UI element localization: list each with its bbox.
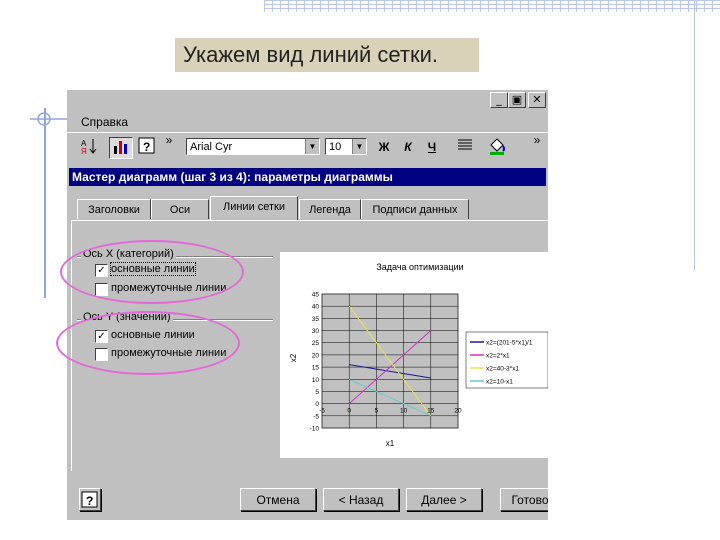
finish-button[interactable]: Готово	[500, 488, 548, 511]
y-tick-label: 5	[315, 389, 319, 396]
help-button[interactable]: ?	[79, 488, 101, 511]
y-tick-label: 35	[312, 316, 320, 323]
excel-window: _ ▣ ✕ Справка AЯ ? » Arial Cyr ▼ 10 ▼ Ж …	[67, 90, 548, 520]
tab-data-labels[interactable]: Подписи данных	[361, 199, 469, 219]
chevron-down-icon: ▼	[352, 139, 366, 154]
slide-vertical-rule-right	[694, 0, 695, 270]
dialog-title: Мастер диаграмм (шаг 3 из 4): параметры …	[69, 168, 546, 186]
font-size-value: 10	[329, 141, 342, 153]
y-tick-label: 10	[312, 377, 320, 384]
close-button[interactable]: ✕	[528, 92, 546, 108]
back-button[interactable]: < Назад	[323, 488, 399, 511]
toolbar-more-icon-right[interactable]: »	[531, 133, 543, 153]
legend-label-3: x2=40-3*x1	[486, 366, 519, 373]
menu-bar: _ ▣ ✕ Справка	[67, 90, 548, 132]
y-tick-label: 15	[312, 365, 320, 372]
chart-title: Задача оптимизации	[376, 262, 463, 272]
y-tick-label: -5	[313, 413, 319, 420]
chart-svg: Задача оптимизации -5 0 5 10 15 2045403530252…	[289, 262, 548, 448]
fill-color-icon[interactable]	[487, 137, 509, 157]
y-tick-label: 45	[312, 292, 320, 299]
x-tick-label: 20	[454, 408, 462, 415]
slide-title: Укажем вид линий сетки.	[175, 38, 479, 72]
help-icon: ?	[81, 491, 98, 508]
underline-button[interactable]: Ч	[423, 137, 441, 157]
tab-titles[interactable]: Заголовки	[77, 199, 151, 219]
y-tick-label: 30	[312, 328, 320, 335]
x-axis-label: x1	[386, 439, 395, 448]
legend-label-1: x2=(201-5*x1)/1	[486, 340, 533, 347]
x-tick-label: 10	[400, 408, 408, 415]
highlight-ellipse-y-axis	[56, 311, 240, 375]
font-size-select[interactable]: 10 ▼	[325, 138, 367, 155]
sort-icon[interactable]: AЯ	[79, 137, 99, 157]
x-tick-label: 5	[375, 408, 379, 415]
toolbar-more-icon[interactable]: »	[163, 133, 175, 153]
tab-axes[interactable]: Оси	[151, 199, 209, 219]
cancel-button[interactable]: Отмена	[240, 488, 316, 511]
toolbar: AЯ ? » Arial Cyr ▼ 10 ▼ Ж К Ч »	[67, 132, 548, 161]
dialog-tabs: Заголовки Оси Линии сетки Легенда Подпис…	[67, 196, 548, 221]
y-tick-label: -10	[310, 426, 320, 433]
slide-vertical-rule	[44, 108, 46, 298]
x-tick-label: 0	[347, 408, 351, 415]
menu-help[interactable]: Справка	[81, 115, 128, 129]
highlight-ellipse-x-axis	[60, 240, 244, 304]
tab-gridlines[interactable]: Линии сетки	[210, 196, 298, 220]
tab-legend[interactable]: Легенда	[299, 199, 361, 219]
y-tick-label: 20	[312, 352, 320, 359]
chart-wizard-icon[interactable]	[109, 137, 133, 159]
y-tick-label: 40	[312, 304, 320, 311]
chevron-down-icon: ▼	[305, 139, 319, 154]
legend-label-2: x2=2*x1	[486, 353, 510, 360]
slide-header-pattern	[264, 0, 720, 12]
y-tick-label: 25	[312, 340, 320, 347]
slide-crosshair-icon	[30, 112, 70, 126]
x-tick-label: 15	[427, 408, 435, 415]
align-icon[interactable]	[455, 137, 475, 157]
restore-button[interactable]: ▣	[508, 92, 526, 108]
italic-button[interactable]: К	[399, 137, 417, 157]
svg-text:?: ?	[86, 494, 93, 508]
svg-text:Я: Я	[81, 147, 87, 155]
x-tick-label: -5	[319, 408, 325, 415]
minimize-button[interactable]: _	[490, 92, 508, 108]
bold-button[interactable]: Ж	[375, 137, 393, 157]
chart-preview: Задача оптимизации -5 0 5 10 15 20 45 40 35 30 25 2…	[280, 252, 548, 458]
y-axis-label: x2	[289, 353, 298, 362]
font-name-value: Arial Cyr	[190, 141, 233, 153]
help-icon[interactable]: ?	[137, 137, 157, 157]
svg-text:?: ?	[143, 140, 150, 154]
next-button[interactable]: Далее >	[406, 488, 482, 511]
legend-label-4: x2=10-x1	[486, 379, 513, 386]
y-tick-label: 0	[315, 401, 319, 408]
font-name-select[interactable]: Arial Cyr ▼	[186, 138, 320, 155]
